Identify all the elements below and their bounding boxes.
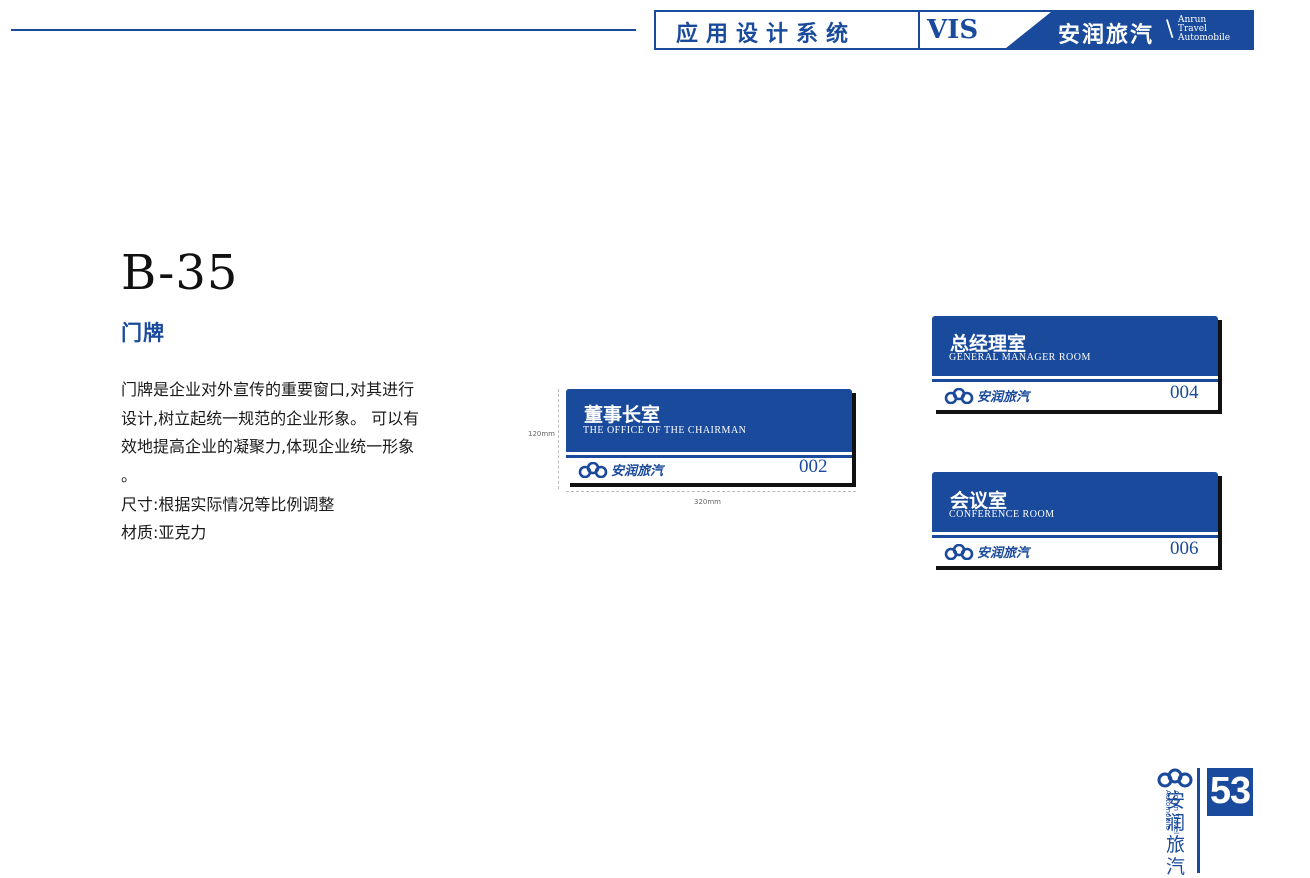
material-spec: 材质:亚克力: [121, 523, 207, 542]
size-spec: 尺寸:根据实际情况等比例调整: [121, 495, 335, 514]
header-brand-en: Anrun Travel Automobile: [1178, 15, 1231, 43]
header-brand-cn: 安润旅汽: [1058, 22, 1155, 48]
width-dimension-line: [566, 491, 856, 492]
sign-title-en: GENERAL MANAGER ROOM: [949, 352, 1091, 363]
footer-brand-cn: 安润旅汽: [1166, 790, 1186, 878]
three-rings-logo-icon: [1157, 768, 1193, 788]
header-banner: 应用设计系统 VIS 安润旅汽 \ Anrun Travel Automobil…: [654, 10, 1254, 50]
height-dimension-line: [558, 389, 559, 489]
section-title: 门牌: [121, 321, 165, 345]
section-description: 门牌是企业对外宣传的重要窗口,对其进行 设计,树立起统一规范的企业形象。 可以有…: [121, 376, 451, 490]
vis-label: VIS: [927, 15, 979, 45]
header-slash: \: [1166, 17, 1174, 42]
sign-logo-text: 安润旅汽: [611, 464, 664, 479]
footer-bar: [1197, 768, 1200, 873]
sign-title-en: CONFERENCE ROOM: [949, 509, 1055, 520]
description-line: 效地提高企业的凝聚力,体现企业统一形象: [121, 437, 415, 456]
description-line: 设计,树立起统一规范的企业形象。 可以有: [121, 408, 420, 428]
page-number: 53: [1209, 770, 1251, 812]
description-line: 。: [121, 465, 138, 485]
sign-logo: 安润旅汽: [578, 460, 663, 479]
three-rings-logo-icon: [944, 543, 974, 560]
door-sign-conference: 会议室 CONFERENCE ROOM 安润旅汽 006: [932, 472, 1218, 566]
sign-logo: 安润旅汽: [944, 386, 1029, 405]
room-number: 002: [799, 456, 828, 477]
door-sign-general-manager: 总经理室 GENERAL MANAGER ROOM 安润旅汽 004: [932, 316, 1218, 410]
sign-logo: 安润旅汽: [944, 542, 1029, 561]
section-code: B-35: [121, 245, 239, 301]
header-rule: [11, 29, 636, 31]
sign-title-cn: 董事长室: [584, 404, 661, 426]
height-dimension-label: 120mm: [528, 430, 555, 438]
width-dimension-label: 320mm: [694, 498, 721, 506]
door-sign-chairman: 董事长室 THE OFFICE OF THE CHAIRMAN 安润旅汽 002: [566, 389, 852, 483]
system-title: 应用设计系统: [676, 21, 857, 47]
room-number: 004: [1170, 382, 1199, 403]
vis-cell: VIS: [918, 12, 1000, 48]
room-number: 006: [1170, 538, 1199, 559]
sign-title-en: THE OFFICE OF THE CHAIRMAN: [583, 425, 747, 436]
description-line: 门牌是企业对外宣传的重要窗口,对其进行: [121, 380, 415, 399]
sign-logo-text: 安润旅汽: [977, 546, 1030, 561]
three-rings-logo-icon: [944, 387, 974, 404]
sign-logo-text: 安润旅汽: [977, 390, 1030, 405]
three-rings-logo-icon: [578, 461, 608, 478]
